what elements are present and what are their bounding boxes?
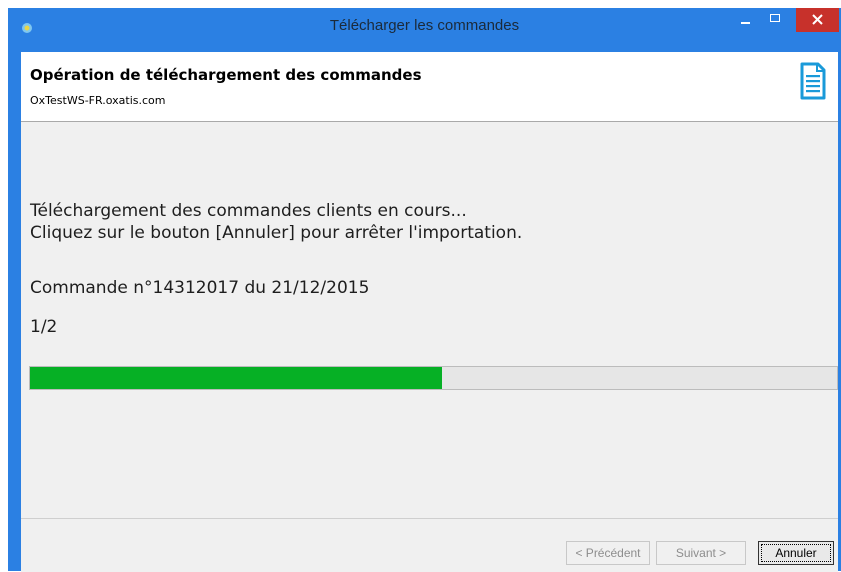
progress-counter: 1/2 <box>30 317 58 337</box>
status-line-1: Téléchargement des commandes clients en … <box>30 201 467 221</box>
wizard-content: Téléchargement des commandes clients en … <box>21 122 838 518</box>
title-bar[interactable]: Télécharger les commandes <box>8 8 841 44</box>
window-title: Télécharger les commandes <box>329 17 520 34</box>
minimize-button[interactable] <box>731 8 759 30</box>
background-strip <box>0 0 841 8</box>
progress-bar-fill <box>30 367 442 389</box>
wizard-footer: < Précédent Suivant > Annuler <box>21 518 838 572</box>
close-icon <box>812 14 823 25</box>
order-info: Commande n°14312017 du 21/12/2015 <box>30 278 370 298</box>
site-name: OxTestWS-FR.oxatis.com <box>30 94 166 107</box>
maximize-button[interactable] <box>760 8 790 30</box>
next-button[interactable]: Suivant > <box>656 541 746 565</box>
maximize-icon <box>770 14 780 22</box>
cancel-button[interactable]: Annuler <box>758 541 834 565</box>
status-line-2: Cliquez sur le bouton [Annuler] pour arr… <box>30 223 523 243</box>
minimize-icon <box>741 22 750 24</box>
page-title: Opération de téléchargement des commande… <box>30 66 422 84</box>
download-orders-window: Télécharger les commandes Opération de t… <box>8 8 841 572</box>
document-icon <box>800 62 826 100</box>
cancel-button-label: Annuler <box>775 546 817 560</box>
wizard-header: Opération de téléchargement des commande… <box>21 52 838 122</box>
close-button[interactable] <box>796 8 839 32</box>
previous-button[interactable]: < Précédent <box>566 541 650 565</box>
progress-bar <box>29 366 838 390</box>
